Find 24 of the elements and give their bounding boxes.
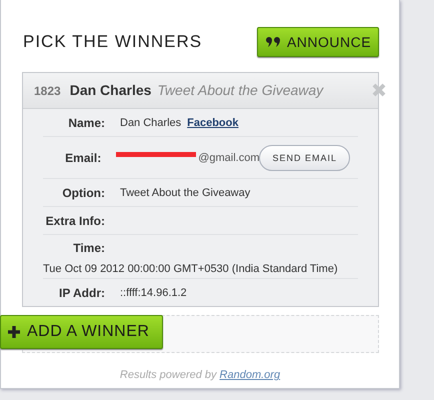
page-title: PICK THE WINNERS	[23, 32, 202, 52]
footer-link[interactable]: Random.org	[220, 369, 280, 381]
field-label: IP Addr:	[58, 286, 105, 300]
close-icon[interactable]	[372, 83, 386, 97]
entry-option: Tweet About the Giveaway	[157, 73, 324, 108]
profile-link[interactable]: Facebook	[187, 116, 238, 128]
field-value: @gmail.com	[198, 152, 260, 164]
quote-icon	[264, 36, 281, 48]
field-label: Email:	[64, 150, 102, 164]
footer-text: Results powered by	[120, 369, 217, 381]
field-label: Time:	[72, 241, 105, 255]
field-value: Dan Charles	[120, 116, 182, 128]
add-winner-button[interactable]: ADD A WINNER	[0, 315, 163, 349]
send-email-button[interactable]: SEND EMAIL	[259, 144, 350, 170]
entry-id: 1823	[34, 83, 61, 100]
field-label: Name:	[67, 116, 105, 130]
field-value: Tweet About the Giveaway	[120, 186, 250, 198]
field-value: Tue Oct 09 2012 00:00:00 GMT+0530 (India Standard Time)	[43, 263, 339, 275]
announce-button[interactable]: ANNOUNCE	[257, 27, 379, 57]
field-value: ::ffff:14.96.1.2	[120, 286, 187, 298]
field-label: Extra Info:	[44, 214, 105, 228]
field-label: Option:	[61, 186, 105, 200]
plus-icon	[7, 325, 21, 339]
entry-name: Dan Charles	[70, 81, 152, 100]
